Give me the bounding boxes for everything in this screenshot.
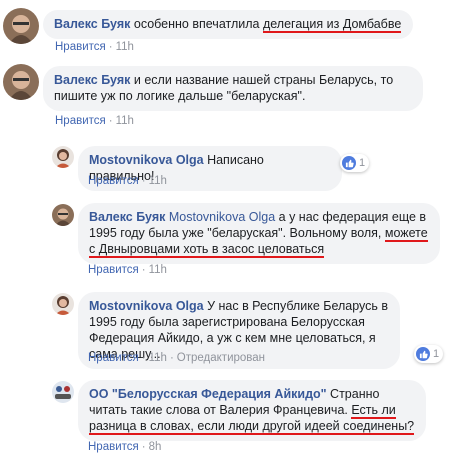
comment-text-highlighted: делегация из Домбабве (262, 17, 402, 33)
comment-bubble: Валекс Буяк Mostovnikova Olga а у нас фе… (78, 203, 440, 264)
thumbs-up-icon (342, 156, 356, 170)
mention-link[interactable]: Mostovnikova Olga (169, 210, 275, 224)
like-button[interactable]: Нравится (55, 115, 106, 127)
comment-actions: Нравится · 11h (55, 115, 134, 127)
like-button[interactable]: Нравится (88, 264, 139, 276)
reaction-badge[interactable]: 1 (414, 345, 444, 363)
edited-label[interactable]: Отредактирован (177, 352, 265, 364)
reaction-badge[interactable]: 1 (340, 154, 370, 172)
separator: · (169, 352, 174, 364)
comment-author[interactable]: Валекс Буяк (54, 73, 130, 87)
timestamp[interactable]: 11h (116, 41, 134, 53)
comment-bubble: Валекс Буяк особенно впечатлила делегаци… (43, 10, 413, 39)
timestamp[interactable]: 11h (149, 264, 167, 276)
timestamp[interactable]: 11h (149, 352, 167, 364)
comment-text: особенно впечатлила (130, 17, 263, 31)
comment-bubble: ОО "Белорусская Федерация Айкидо" Странн… (78, 380, 426, 441)
like-button[interactable]: Нравится (55, 41, 106, 53)
comment-bubble: Валекс Буяк и если название нашей страны… (43, 66, 423, 111)
comment-actions: Нравится · 11h · Отредактирован (88, 352, 265, 364)
separator: · (141, 352, 146, 364)
separator: · (141, 175, 146, 187)
comment-actions: Нравится · 11h (88, 175, 167, 187)
separator: · (141, 441, 146, 453)
like-button[interactable]: Нравится (88, 352, 139, 364)
separator: · (141, 264, 146, 276)
comment-actions: Нравится · 11h (55, 41, 134, 53)
avatar[interactable] (52, 146, 74, 168)
avatar[interactable] (52, 293, 74, 315)
avatar[interactable] (3, 64, 39, 100)
avatar[interactable] (52, 204, 74, 226)
timestamp[interactable]: 11h (149, 175, 167, 187)
timestamp[interactable]: 8h (149, 441, 162, 453)
comment-actions: Нравится · 8h (88, 441, 161, 453)
separator: · (108, 41, 113, 53)
avatar[interactable] (52, 381, 74, 403)
timestamp[interactable]: 11h (116, 115, 134, 127)
comment-author[interactable]: Mostovnikova Olga (89, 299, 204, 313)
comment-author[interactable]: Валекс Буяк (54, 17, 130, 31)
like-button[interactable]: Нравится (88, 175, 139, 187)
reaction-count: 1 (433, 348, 440, 360)
comment-author[interactable]: Mostovnikova Olga (89, 153, 204, 167)
comment-author[interactable]: ОО "Белорусская Федерация Айкидо" (89, 387, 327, 401)
comment-actions: Нравится · 11h (88, 264, 167, 276)
like-button[interactable]: Нравится (88, 441, 139, 453)
avatar[interactable] (3, 8, 39, 44)
separator: · (108, 115, 113, 127)
comment-author[interactable]: Валекс Буяк (89, 210, 165, 224)
reaction-count: 1 (359, 157, 366, 169)
thumbs-up-icon (416, 347, 430, 361)
